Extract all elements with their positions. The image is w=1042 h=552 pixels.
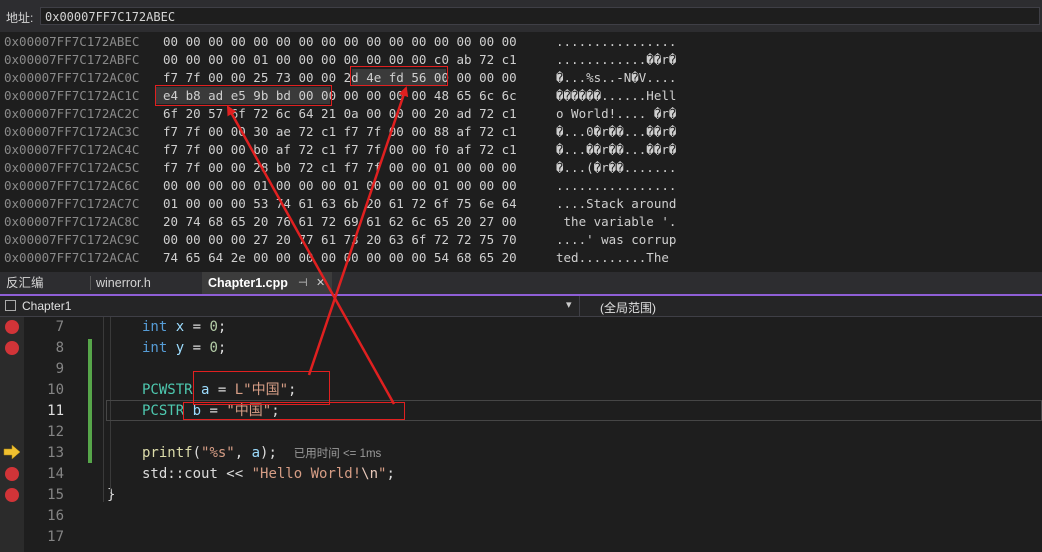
annotation-arrow-a-to-utf16 (307, 86, 409, 376)
annotation-arrow-b-to-utf8 (226, 105, 396, 405)
annotation-arrows (226, 86, 409, 405)
